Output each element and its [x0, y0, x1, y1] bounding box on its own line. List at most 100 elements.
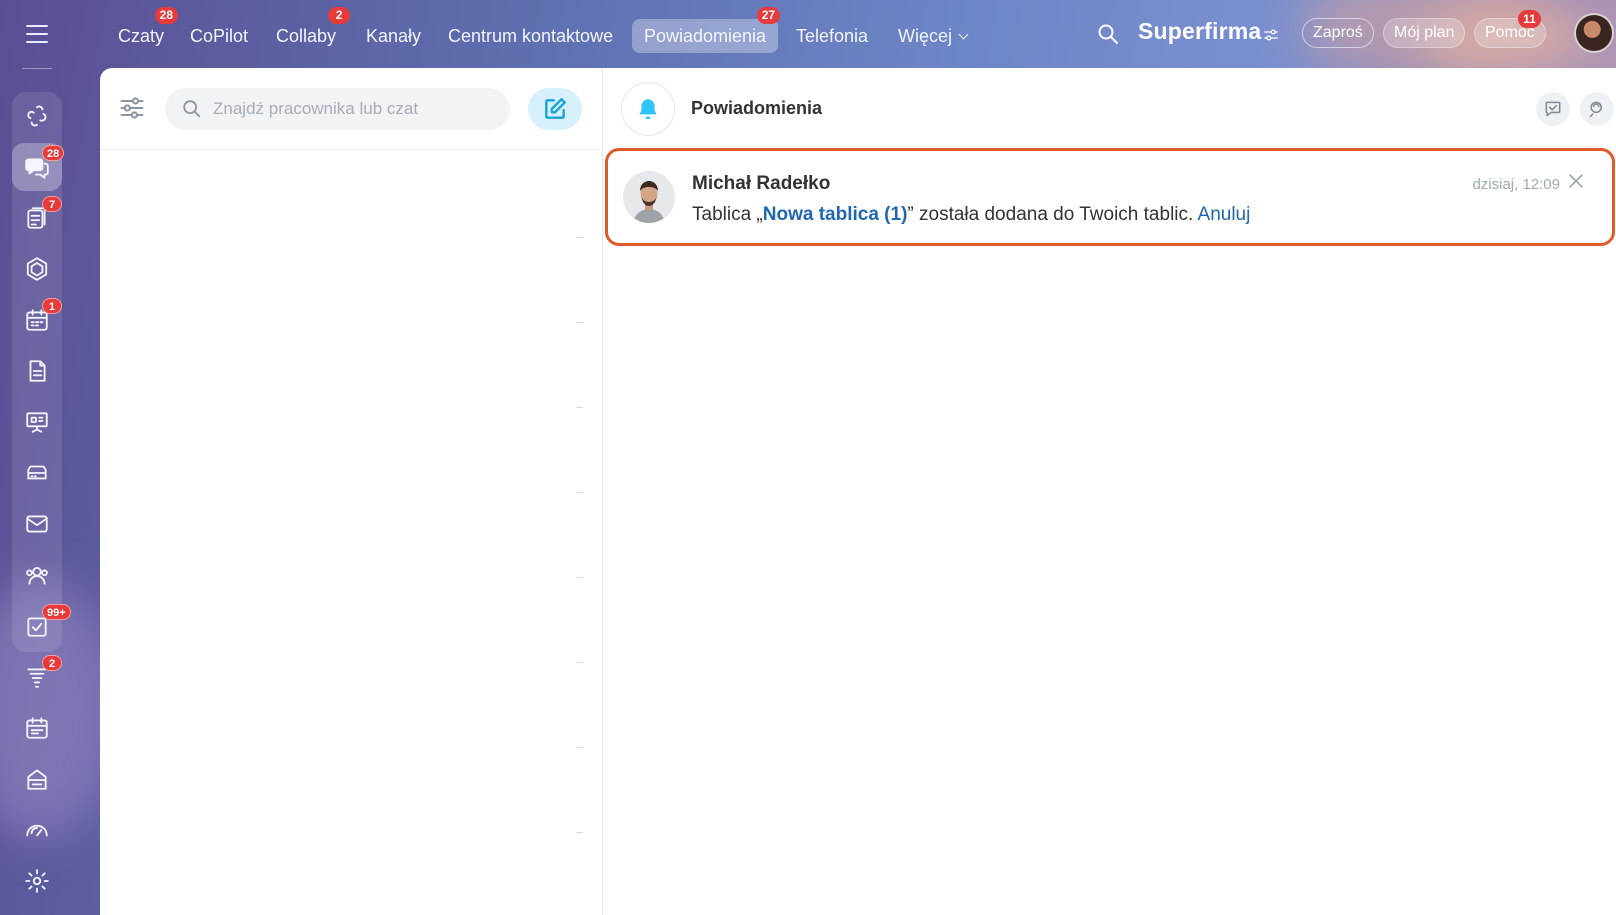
badge: 2 [328, 7, 351, 24]
sidebar-item-drive[interactable] [12, 449, 62, 497]
search-input[interactable] [213, 88, 498, 130]
sidebar-item-tasks[interactable]: 99+ [12, 602, 71, 650]
company-name[interactable]: Superfirma [1138, 18, 1261, 45]
badge: 7 [42, 196, 62, 212]
person-avatar-icon [623, 171, 675, 223]
badge: 2 [42, 655, 62, 671]
mail-icon [26, 515, 48, 533]
tab-contact-center[interactable]: Centrum kontaktowe [436, 19, 625, 53]
sidebar-item-copilot[interactable] [12, 92, 62, 140]
main-content: Powiadomienia Michał Radełko dzis [100, 68, 1616, 915]
invite-button[interactable]: Zaproś [1302, 18, 1374, 48]
list-divider [576, 322, 583, 323]
page-title: Powiadomienia [691, 98, 823, 118]
chat-list-header [100, 68, 602, 150]
tab-telephony[interactable]: Telefonia [784, 19, 880, 53]
sidebar-item-settings[interactable] [12, 857, 62, 905]
filter-button[interactable] [118, 94, 148, 124]
search-icon [183, 100, 201, 118]
document-icon [29, 360, 46, 382]
author-name[interactable]: Michał Radełko [692, 173, 830, 195]
sidebar-item-documents[interactable] [12, 347, 62, 395]
badge: 28 [154, 7, 179, 24]
message-text: ” została dodana do Twoich tablic. [907, 204, 1198, 225]
sidebar-item-hexagon[interactable] [12, 245, 62, 293]
list-divider [576, 407, 583, 408]
badge: 99+ [42, 604, 71, 620]
top-navigation: Czaty 28 CoPilot Collaby 2 Kanały Centru… [100, 0, 1616, 68]
tab-chats[interactable]: Czaty 28 [106, 7, 179, 53]
copilot-icon [27, 105, 47, 127]
close-icon [1569, 174, 1583, 188]
sidebar-item-presentations[interactable] [12, 398, 62, 446]
users-icon [26, 567, 48, 585]
notifications-header: Powiadomienia [603, 68, 1616, 146]
tab-notifications[interactable]: Powiadomienia 27 [632, 7, 781, 53]
tab-label: Czaty [118, 26, 165, 46]
sidebar-item-schedule[interactable] [12, 704, 62, 752]
notifications-pane: Powiadomienia Michał Radełko dzisiaj, 12… [603, 68, 1616, 915]
help-button[interactable]: Pomoc 11 [1474, 10, 1546, 48]
tab-copilot[interactable]: CoPilot [178, 19, 260, 53]
compose-icon [545, 98, 566, 119]
badge: 1 [42, 298, 62, 314]
rail-separator [22, 68, 52, 69]
badge: 27 [756, 7, 781, 24]
mark-all-read-button[interactable] [1536, 92, 1570, 126]
drive-icon [27, 465, 47, 480]
hexagon-icon [26, 257, 48, 281]
list-divider [576, 492, 583, 493]
chevron-down-icon [958, 29, 969, 40]
filter-sliders-icon [120, 97, 144, 119]
user-avatar[interactable] [1574, 13, 1614, 53]
tab-label: Centrum kontaktowe [448, 26, 614, 46]
tab-label: CoPilot [190, 26, 249, 46]
speedometer-icon [26, 824, 48, 837]
global-search-button[interactable] [1096, 22, 1122, 48]
chat-search [165, 88, 510, 130]
sidebar-item-chats[interactable]: 28 [12, 143, 65, 191]
dismiss-notification-button[interactable] [1566, 171, 1590, 195]
notifications-avatar [621, 82, 675, 136]
company-settings-button[interactable] [1262, 26, 1280, 44]
tab-channels[interactable]: Kanały [354, 19, 433, 53]
chat-list-pane [100, 68, 603, 915]
bell-icon [639, 99, 657, 120]
sidebar-item-feed[interactable]: 7 [12, 194, 62, 242]
tab-more[interactable]: Więcej [886, 19, 979, 53]
gear-icon [25, 869, 49, 893]
notification-item[interactable]: Michał Radełko dzisiaj, 12:09 Tablica „N… [605, 148, 1615, 246]
list-divider [576, 662, 583, 663]
badge: 28 [42, 145, 65, 161]
board-link[interactable]: Nowa tablica (1) [763, 204, 908, 225]
chat-check-icon [1545, 101, 1561, 117]
left-rail: 28 7 1 99+ 2 [0, 0, 100, 915]
sidebar-item-mail[interactable] [12, 500, 62, 548]
list-divider [576, 237, 583, 238]
notification-search-button[interactable] [1580, 92, 1614, 126]
list-divider [576, 747, 583, 748]
tab-label: Więcej [898, 26, 953, 46]
new-chat-button[interactable] [528, 88, 582, 130]
search-icon [1098, 24, 1118, 44]
tab-label: Collaby [276, 26, 337, 46]
store-icon [27, 769, 47, 790]
notification-time: dzisiaj, 12:09 [1472, 176, 1560, 193]
sidebar-item-speedometer[interactable] [12, 806, 62, 854]
sidebar-item-funnel[interactable]: 2 [12, 653, 62, 701]
sidebar-item-calendar[interactable]: 1 [12, 296, 62, 344]
badge: 11 [1518, 10, 1541, 28]
tab-label: Powiadomienia [644, 26, 767, 46]
sliders-icon [1264, 29, 1278, 41]
message-text: Tablica „ [692, 204, 763, 225]
list-divider [576, 832, 583, 833]
tab-collaby[interactable]: Collaby 2 [264, 7, 351, 53]
author-avatar [623, 171, 675, 223]
sidebar-item-store[interactable] [12, 755, 62, 803]
my-plan-button[interactable]: Mój plan [1383, 18, 1466, 48]
tab-label: Kanały [366, 26, 422, 46]
hamburger-menu-icon[interactable] [22, 22, 52, 46]
cancel-link[interactable]: Anuluj [1198, 204, 1251, 225]
sidebar-item-users[interactable] [12, 551, 62, 599]
notification-message: Tablica „Nowa tablica (1)” została dodan… [692, 204, 1250, 226]
